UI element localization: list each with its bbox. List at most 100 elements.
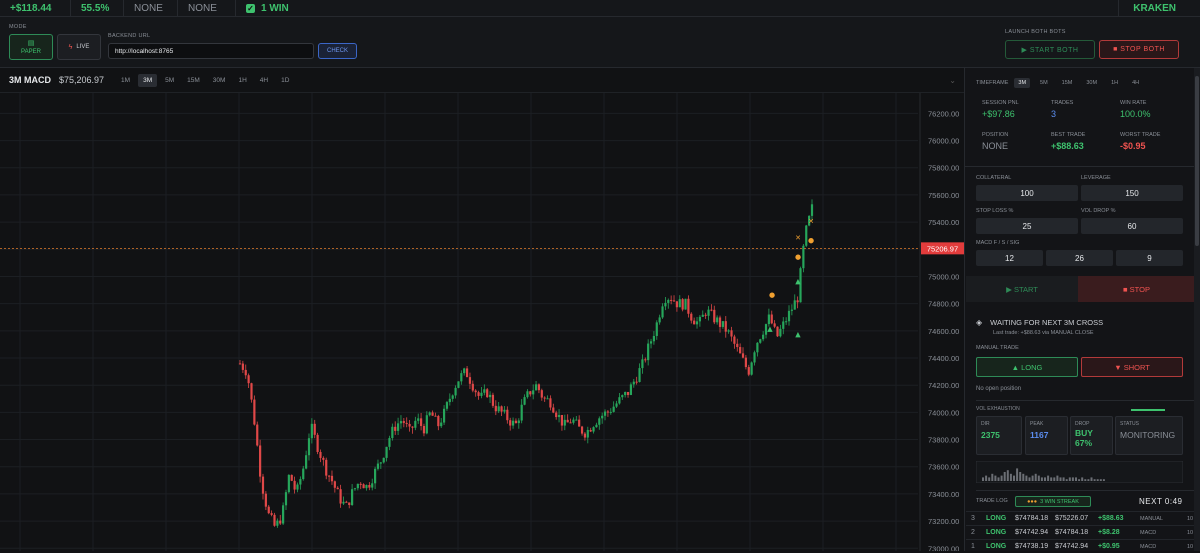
trade-exit: $75226.07 — [1055, 515, 1089, 522]
candle — [328, 475, 331, 477]
candle — [399, 421, 403, 424]
candle — [264, 493, 267, 507]
rp-tab-30m[interactable]: 30M — [1082, 78, 1101, 88]
candle — [629, 384, 633, 395]
candle — [681, 299, 684, 310]
candle — [270, 513, 273, 515]
live-mode-button[interactable]: ϟ LIVE — [57, 34, 101, 60]
price-chart[interactable]: 73000.00 73200.00 73400.00 73600.00 73800.00… — [0, 93, 964, 551]
backend-url-input[interactable] — [108, 43, 314, 59]
vol-drop-input[interactable]: 60 — [1081, 218, 1183, 234]
trade-time: 10 — [1187, 529, 1194, 536]
candle — [635, 381, 638, 383]
candle — [736, 343, 739, 348]
chart-menu-icon[interactable]: ⌄ — [949, 76, 956, 85]
paper-mode-button[interactable]: ▤ PAPER — [9, 34, 53, 60]
macd-slow-input[interactable]: 26 — [1046, 250, 1113, 266]
divider — [976, 400, 1195, 401]
candle — [603, 411, 607, 416]
check-button[interactable]: CHECK — [318, 43, 357, 59]
trade-marker: ▲ — [795, 277, 801, 285]
tab-4h[interactable]: 4H — [255, 74, 273, 87]
rp-tab-1h[interactable]: 1H — [1107, 78, 1122, 88]
volume-bar — [1078, 479, 1081, 481]
collateral-input[interactable]: 100 — [976, 185, 1078, 201]
candle — [785, 321, 788, 323]
volume-bar — [1102, 479, 1105, 481]
candle — [253, 399, 256, 425]
manual-trade-label: MANUAL TRADE — [976, 345, 1019, 351]
start-button[interactable]: ▶ START — [966, 276, 1078, 302]
volume-bar — [1081, 477, 1084, 481]
long-button[interactable]: ▲ LONG — [976, 357, 1078, 377]
candle — [431, 412, 434, 416]
tab-30m[interactable]: 30M — [208, 74, 231, 87]
volume-bar — [982, 477, 984, 481]
candle — [721, 321, 724, 327]
candle — [434, 415, 437, 417]
scrollbar[interactable] — [1194, 68, 1200, 551]
stop-button[interactable]: ■ STOP — [1078, 276, 1195, 302]
tab-1d[interactable]: 1D — [276, 74, 294, 87]
y-tick-label: 74400.00 — [928, 354, 959, 363]
candle — [713, 309, 716, 323]
candle — [342, 501, 345, 504]
collateral-label: COLLATERAL — [976, 175, 1012, 181]
backend-url-label: BACKEND URL — [108, 33, 151, 39]
candle — [595, 424, 598, 428]
macd-signal-input[interactable]: 9 — [1116, 250, 1183, 266]
rp-tab-15m[interactable]: 15M — [1058, 78, 1077, 88]
tab-15m[interactable]: 15M — [182, 74, 205, 87]
candle — [250, 383, 253, 400]
stop-loss-input[interactable]: 25 — [976, 218, 1078, 234]
candle — [302, 468, 305, 480]
candle — [787, 310, 791, 322]
candle — [345, 501, 348, 503]
volume-bar — [1053, 477, 1056, 481]
leverage-label: LEVERAGE — [1081, 175, 1111, 181]
candle — [365, 484, 368, 489]
tab-1m[interactable]: 1M — [116, 74, 135, 87]
candle — [353, 488, 357, 490]
candle — [759, 339, 762, 343]
candle — [810, 204, 814, 216]
clipboard-icon: ▤ — [27, 40, 35, 47]
tab-3m[interactable]: 3M — [138, 73, 158, 87]
check-icon: ✓ — [246, 3, 255, 13]
candle — [273, 514, 276, 526]
trade-exit: $74742.94 — [1055, 543, 1089, 550]
macd-fast-input[interactable]: 12 — [976, 250, 1043, 266]
y-tick-label: 73600.00 — [928, 463, 959, 472]
candle — [647, 343, 650, 361]
candle — [641, 359, 644, 369]
candle — [359, 483, 362, 485]
candle — [675, 301, 679, 308]
candle — [707, 309, 710, 316]
candle — [612, 406, 615, 412]
candle — [348, 502, 351, 506]
chart-grid — [0, 93, 918, 551]
stop-both-button[interactable]: ■ STOP BOTH — [1099, 40, 1179, 59]
volume-bar — [985, 475, 988, 481]
position-status-1: NONE — [124, 0, 178, 17]
scroll-thumb[interactable] — [1195, 76, 1199, 246]
start-both-button[interactable]: ▶ START BOTH — [1005, 40, 1095, 59]
candle — [598, 418, 601, 425]
short-button[interactable]: ▼ SHORT — [1081, 357, 1183, 377]
candle — [247, 375, 250, 384]
trade-row[interactable]: 2 LONG $74742.94 $74784.18 +$8.28 MACD 10 — [966, 525, 1196, 539]
rp-tab-4h[interactable]: 4H — [1128, 78, 1143, 88]
tab-5m[interactable]: 5M — [160, 74, 179, 87]
tab-1h[interactable]: 1H — [233, 74, 251, 87]
candle — [552, 407, 555, 413]
rp-tab-5m[interactable]: 5M — [1036, 78, 1052, 88]
vol-dir: DIR 2375 — [976, 416, 1022, 455]
rp-tab-3m[interactable]: 3M — [1014, 78, 1031, 88]
candle — [693, 320, 696, 325]
leverage-input[interactable]: 150 — [1081, 185, 1183, 201]
trade-row[interactable]: 3 LONG $74784.18 $75226.07 +$88.63 MANUAL 10 — [966, 511, 1196, 525]
candle — [555, 412, 558, 418]
candle — [319, 451, 322, 458]
candle — [356, 483, 359, 489]
candle — [672, 300, 676, 302]
